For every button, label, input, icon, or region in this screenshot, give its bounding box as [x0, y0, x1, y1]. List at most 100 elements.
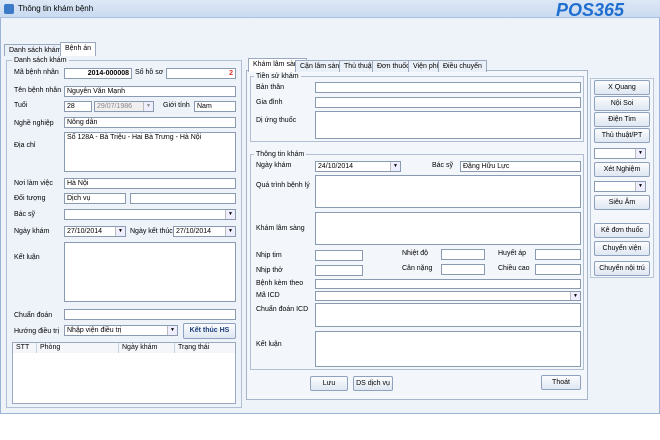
thong-tin-kham-title: Thông tin khám	[254, 150, 307, 159]
benh-kem-field[interactable]	[315, 279, 581, 289]
nhiet-do-field[interactable]	[441, 249, 485, 260]
gia-dinh-field[interactable]	[315, 97, 581, 108]
xet-nghiem-button[interactable]: Xét Nghiệm	[594, 162, 650, 177]
ten-field[interactable]: Nguyễn Văn Mạnh	[64, 86, 236, 97]
kham-lam-sang-label: Khám lâm sàng	[256, 225, 305, 232]
brand-logo-text: POS365	[556, 0, 625, 20]
tt-ngay-kham-field[interactable]: 24/10/2014 ▼	[315, 161, 401, 172]
nhiet-do-label: Nhiệt độ	[402, 250, 429, 257]
dia-chi-label: Địa chỉ	[14, 142, 36, 149]
app-icon	[4, 4, 14, 14]
chevron-down-icon: ▼	[635, 182, 645, 191]
gioi-tinh-field[interactable]: Nam	[194, 101, 236, 112]
gia-dinh-label: Gia đình	[256, 99, 283, 106]
kham-lam-sang-field[interactable]	[315, 212, 581, 245]
so-ho-so-field[interactable]: 2	[166, 68, 236, 79]
ds-dich-vu-button[interactable]: DS dịch vụ	[353, 376, 393, 391]
di-ung-label: Dị ứng thuốc	[256, 117, 297, 124]
tuoi-field[interactable]: 28	[64, 101, 92, 112]
noi-lam-viec-label: Nơi làm việc	[14, 180, 53, 187]
sieu-am-select[interactable]: ▼	[594, 181, 646, 192]
noi-soi-button[interactable]: Nội Soi	[594, 96, 650, 111]
tab-danh-sach-kham[interactable]: Danh sách khám	[4, 44, 67, 56]
di-ung-field[interactable]	[315, 111, 581, 139]
ket-luan-field[interactable]	[64, 242, 236, 302]
ket-luan-label: Kết luận	[14, 254, 40, 261]
huong-dieu-tri-label: Hướng điều trị	[14, 328, 60, 335]
x-quang-button[interactable]: X Quang	[594, 80, 650, 95]
benh-kem-label: Bệnh kèm theo	[256, 280, 304, 287]
xet-nghiem-select[interactable]: ▼	[594, 148, 646, 159]
sieu-am-button[interactable]: Siêu Âm	[594, 195, 650, 210]
doi-tuong-extra-field[interactable]	[130, 193, 236, 204]
huyet-ap-field[interactable]	[535, 249, 581, 260]
dia-chi-field[interactable]: Số 128A - Bà Triệu - Hai Bà Trưng - Hà N…	[64, 132, 236, 172]
thu-thuat-button[interactable]: Thủ thuật/PT	[594, 128, 650, 143]
ngay-sinh-value: 29/07/1986	[97, 103, 133, 110]
huong-dieu-tri-select[interactable]: Nhập viện điều trị ▼	[64, 325, 178, 336]
huong-dieu-tri-value: Nhập viện điều trị	[67, 327, 122, 334]
can-nang-field[interactable]	[441, 264, 485, 275]
ban-than-label: Bản thân	[256, 84, 285, 91]
nghe-nghiep-field[interactable]: Nông dân	[64, 117, 236, 128]
tt-ngay-kham-label: Ngày khám	[256, 162, 292, 169]
gioi-tinh-label: Giới tính	[163, 102, 190, 109]
history-table: STT Phòng Ngày khám Trạng thái	[12, 342, 236, 404]
window-title: Thông tin khám bệnh	[18, 4, 94, 13]
ngay-ket-thuc-value: 27/10/2014	[176, 228, 212, 235]
ngay-kham-value: 27/10/2014	[67, 228, 103, 235]
ngay-ket-thuc-field[interactable]: 27/10/2014 ▼	[173, 226, 236, 237]
nhip-tim-field[interactable]	[315, 250, 363, 261]
ban-than-field[interactable]	[315, 82, 581, 93]
noi-lam-viec-field[interactable]: Hà Nội	[64, 178, 236, 189]
tt-bac-si-field[interactable]: Đặng Hữu Lực	[460, 161, 581, 172]
chevron-down-icon: ▼	[225, 210, 235, 219]
chuyen-noi-tru-button[interactable]: Chuyển nội trú	[594, 261, 650, 276]
chuan-doan-icd-label: Chuẩn đoán ICD	[256, 306, 309, 313]
ngay-kham-label: Ngày khám	[14, 228, 50, 235]
table-header-stt: STT	[13, 343, 37, 353]
tab-dieu-chuyen[interactable]: Điều chuyển	[438, 60, 487, 72]
luu-button[interactable]: Lưu	[310, 376, 348, 391]
dien-tim-button[interactable]: Điện Tim	[594, 112, 650, 127]
nhip-tim-label: Nhịp tim	[256, 252, 282, 259]
table-header-phong: Phòng	[37, 343, 119, 353]
chieu-cao-label: Chiều cao	[498, 265, 530, 272]
chevron-down-icon: ▼	[167, 326, 177, 335]
doi-tuong-label: Đối tượng	[14, 195, 46, 202]
qua-trinh-field[interactable]	[315, 175, 581, 208]
ngay-kham-field[interactable]: 27/10/2014 ▼	[64, 226, 126, 237]
doi-tuong-field[interactable]: Dịch vụ	[64, 193, 126, 204]
thoat-button[interactable]: Thoát	[541, 375, 581, 390]
chieu-cao-field[interactable]	[535, 264, 581, 275]
ngay-sinh-field: 29/07/1986 ▼	[94, 101, 154, 112]
nhip-tho-label: Nhịp thở	[256, 267, 283, 274]
chevron-down-icon: ▼	[390, 162, 400, 171]
can-nang-label: Cân nặng	[402, 265, 433, 272]
qua-trinh-label: Quá trình bệnh lý	[256, 182, 310, 189]
ma-icd-label: Mã ICD	[256, 292, 280, 299]
bac-si-select[interactable]: ▼	[64, 209, 236, 220]
tt-ket-luan-label: Kết luận	[256, 341, 282, 348]
chevron-down-icon: ▼	[635, 149, 645, 158]
table-header-trang-thai: Trạng thái	[175, 343, 235, 353]
brand-logo: POS365	[556, 0, 656, 20]
chuan-doan-icd-field[interactable]	[315, 303, 581, 327]
ma-icd-select[interactable]: ▼	[315, 291, 581, 301]
chevron-down-icon: ▼	[143, 102, 153, 111]
chuan-doan-field[interactable]	[64, 309, 236, 320]
left-group-title: Danh sách khám	[12, 56, 69, 65]
nhip-tho-field[interactable]	[315, 265, 363, 276]
tt-ket-luan-field[interactable]	[315, 331, 581, 367]
chuyen-vien-button[interactable]: Chuyển viện	[594, 241, 650, 256]
tab-benh-an[interactable]: Bệnh án	[60, 42, 97, 56]
tuoi-label: Tuổi	[14, 102, 28, 109]
ket-thuc-hs-button[interactable]: Kết thúc HS	[183, 323, 236, 339]
so-ho-so-label: Số hồ sơ	[135, 69, 164, 76]
nghe-nghiep-label: Nghề nghiệp	[14, 120, 54, 127]
ngay-ket-thuc-label: Ngày kết thúc	[130, 228, 173, 235]
table-header-ngay-kham: Ngày khám	[119, 343, 175, 353]
ma-benh-nhan-field[interactable]: 2014-000008	[64, 68, 132, 79]
ma-benh-nhan-value: 2014-000008	[87, 70, 129, 77]
ke-don-thuoc-button[interactable]: Kê đơn thuốc	[594, 223, 650, 238]
